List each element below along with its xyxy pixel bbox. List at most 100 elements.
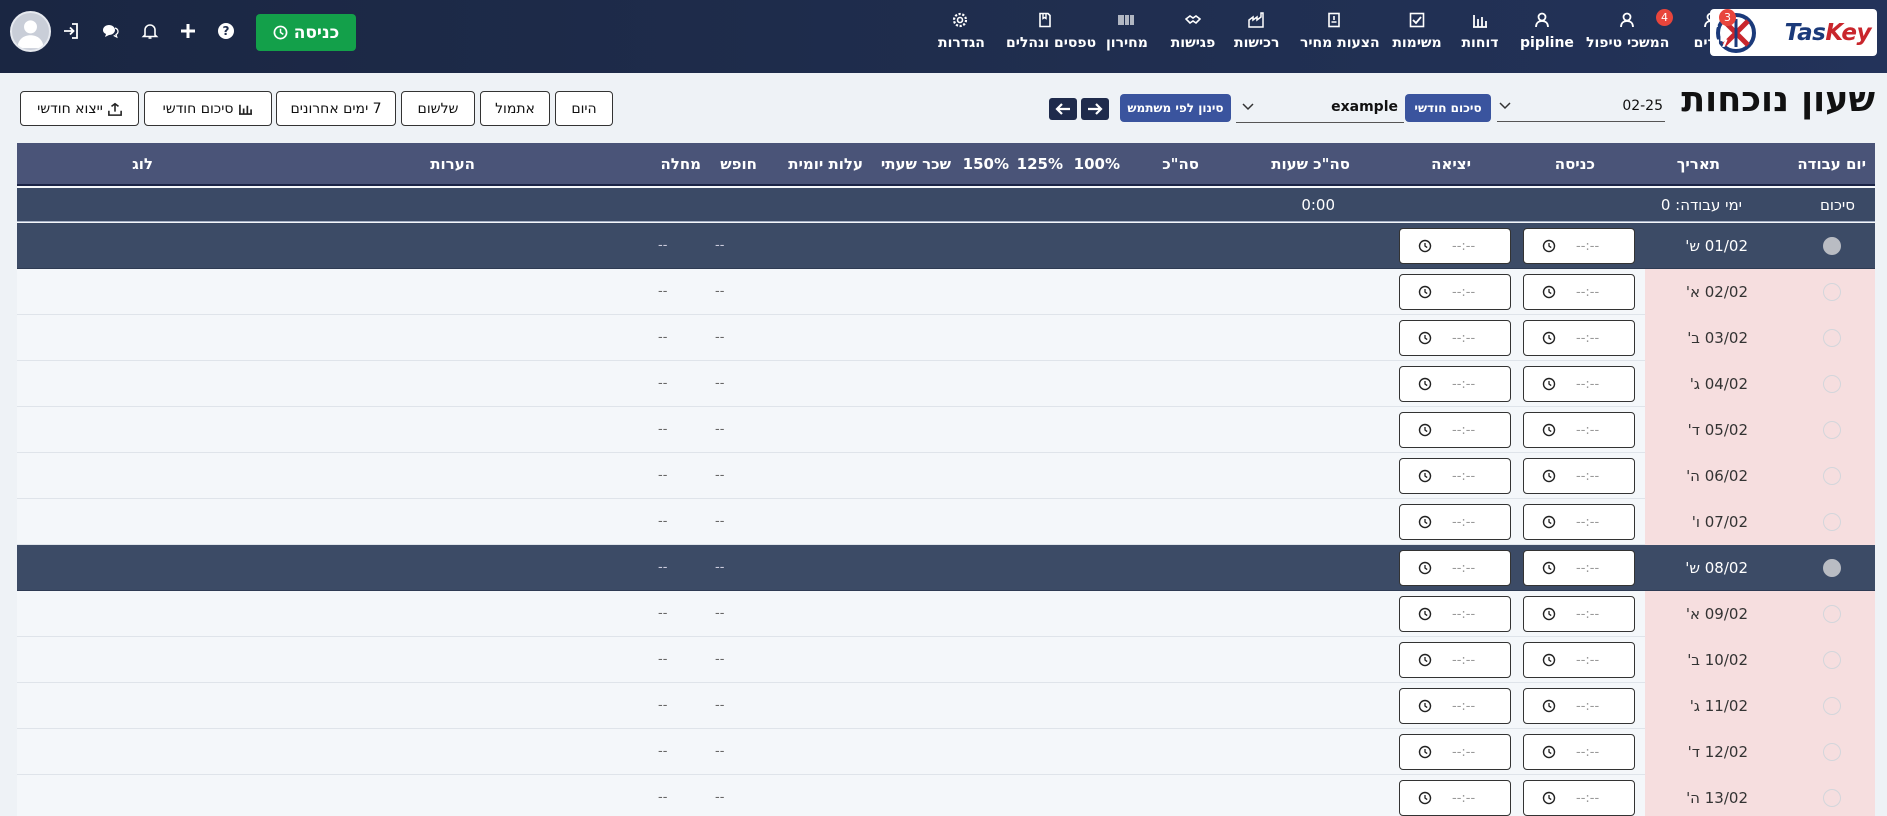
arrow-left-icon <box>1055 103 1070 115</box>
entry-time-input[interactable]: --:-- <box>1523 458 1635 494</box>
work-day-radio[interactable] <box>1823 559 1841 577</box>
handshake-icon <box>1168 12 1218 32</box>
monthly-export-button[interactable]: ייצוא חודשי <box>20 91 139 126</box>
chat-icon[interactable] <box>99 20 121 42</box>
work-day-radio[interactable] <box>1823 743 1841 761</box>
work-day-radio[interactable] <box>1823 421 1841 439</box>
monthly-summary-button[interactable]: סיכום חודשי <box>144 91 272 126</box>
entry-time-input[interactable]: --:-- <box>1523 228 1635 264</box>
last-7-days-button[interactable]: 7 ימים אחרונים <box>276 91 396 126</box>
entry-time-input[interactable]: --:-- <box>1523 274 1635 310</box>
user-avatar[interactable] <box>10 11 51 52</box>
leads-badge: 3 <box>1719 9 1736 26</box>
clock-icon <box>1418 331 1432 345</box>
clock-icon <box>1418 285 1432 299</box>
nav-pipeline[interactable]: pipline <box>1520 12 1574 58</box>
chevron-down-icon <box>1499 102 1511 110</box>
entry-time-input[interactable]: --:-- <box>1523 688 1635 724</box>
row-date: 01/02 ש' <box>1685 237 1748 255</box>
today-button[interactable]: היום <box>555 91 613 126</box>
top-navbar: TasKey לידים 3 המשכי טיפול 4 pipline דוח… <box>0 0 1887 73</box>
nav-leads[interactable]: לידים 3 <box>1688 9 1736 58</box>
yesterday-button[interactable]: אתמול <box>480 91 550 126</box>
row-date: 02/02 א' <box>1685 283 1748 301</box>
prev-month-button[interactable] <box>1049 98 1077 120</box>
bell-icon[interactable] <box>139 20 161 42</box>
nav-quotes[interactable]: הצעות מחיר <box>1300 12 1380 58</box>
nav-settings[interactable]: הגדרות <box>938 12 985 58</box>
month-selector[interactable]: 02-25 <box>1497 91 1665 122</box>
summary-row: סיכום ימי עבודה: 0 0:00 <box>17 188 1875 222</box>
monthly-summary-filter-button[interactable]: סיכום חודשי <box>1405 94 1491 122</box>
clock-icon <box>1418 423 1432 437</box>
work-day-radio[interactable] <box>1823 467 1841 485</box>
help-icon[interactable]: ? <box>215 20 237 42</box>
entry-time-input[interactable]: --:-- <box>1523 412 1635 448</box>
file-icon <box>1300 12 1368 32</box>
filter-by-user-button[interactable]: סינון לפי משתמש <box>1120 94 1231 122</box>
work-day-radio[interactable] <box>1823 375 1841 393</box>
work-day-radio[interactable] <box>1823 283 1841 301</box>
nav-meetings[interactable]: פגישות <box>1168 12 1218 58</box>
next-month-button[interactable] <box>1081 98 1109 120</box>
exit-time-input[interactable]: --:-- <box>1399 734 1511 770</box>
nav-reports[interactable]: דוחות <box>1460 12 1500 58</box>
clock-icon <box>1542 423 1556 437</box>
logout-icon[interactable] <box>60 20 82 42</box>
entry-time-input[interactable]: --:-- <box>1523 550 1635 586</box>
work-day-radio[interactable] <box>1823 789 1841 807</box>
work-day-radio[interactable] <box>1823 513 1841 531</box>
clock-icon <box>1418 653 1432 667</box>
entry-time-input[interactable]: --:-- <box>1523 320 1635 356</box>
exit-time-input[interactable]: --:-- <box>1399 780 1511 816</box>
clock-icon <box>1418 745 1432 759</box>
work-day-radio[interactable] <box>1823 237 1841 255</box>
vacation-value: -- <box>715 284 725 299</box>
sick-value: -- <box>658 652 668 667</box>
plus-icon[interactable] <box>177 20 199 42</box>
table-row: 13/02 ה' --:-- --:-- -- -- <box>17 775 1875 816</box>
nav-pricelist[interactable]: מחירון <box>1106 12 1148 58</box>
nav-follow-ups[interactable]: המשכי טיפול 4 <box>1586 9 1673 58</box>
entry-time-input[interactable]: --:-- <box>1523 504 1635 540</box>
clock-icon <box>1542 239 1556 253</box>
work-day-radio[interactable] <box>1823 697 1841 715</box>
exit-time-input[interactable]: --:-- <box>1399 320 1511 356</box>
exit-time-input[interactable]: --:-- <box>1399 366 1511 402</box>
work-day-radio[interactable] <box>1823 605 1841 623</box>
day-before-yesterday-button[interactable]: שלשום <box>401 91 475 126</box>
table-row: 04/02 ג' --:-- --:-- -- -- <box>17 361 1875 407</box>
sick-value: -- <box>658 744 668 759</box>
nav-tasks[interactable]: משימות <box>1392 12 1442 58</box>
exit-time-input[interactable]: --:-- <box>1399 412 1511 448</box>
exit-time-input[interactable]: --:-- <box>1399 550 1511 586</box>
clock-icon <box>1542 331 1556 345</box>
entry-time-input[interactable]: --:-- <box>1523 596 1635 632</box>
exit-time-input[interactable]: --:-- <box>1399 504 1511 540</box>
work-day-radio[interactable] <box>1823 329 1841 347</box>
entry-time-input[interactable]: --:-- <box>1523 366 1635 402</box>
nav-purchases[interactable]: רכישות <box>1234 12 1279 58</box>
clock-in-button[interactable]: כניסה <box>256 14 356 51</box>
entry-time-input[interactable]: --:-- <box>1523 734 1635 770</box>
user-selector[interactable]: example <box>1236 92 1404 123</box>
entry-time-input[interactable]: --:-- <box>1523 642 1635 678</box>
exit-time-input[interactable]: --:-- <box>1399 228 1511 264</box>
exit-time-input[interactable]: --:-- <box>1399 688 1511 724</box>
clock-icon <box>1542 377 1556 391</box>
exit-time-input[interactable]: --:-- <box>1399 458 1511 494</box>
entry-time-input[interactable]: --:-- <box>1523 780 1635 816</box>
exit-time-input[interactable]: --:-- <box>1399 274 1511 310</box>
book-icon <box>1006 12 1084 32</box>
sick-value: -- <box>658 790 668 805</box>
col-hourly-wage: שכר שעתי <box>880 155 951 173</box>
nav-forms[interactable]: טפסים ונהלים <box>1006 12 1096 58</box>
work-day-radio[interactable] <box>1823 651 1841 669</box>
vacation-value: -- <box>715 238 725 253</box>
table-row: 11/02 ג' --:-- --:-- -- -- <box>17 683 1875 729</box>
exit-time-input[interactable]: --:-- <box>1399 642 1511 678</box>
exit-time-input[interactable]: --:-- <box>1399 596 1511 632</box>
row-date: 13/02 ה' <box>1686 789 1748 807</box>
export-icon <box>108 102 122 116</box>
sick-value: -- <box>658 560 668 575</box>
